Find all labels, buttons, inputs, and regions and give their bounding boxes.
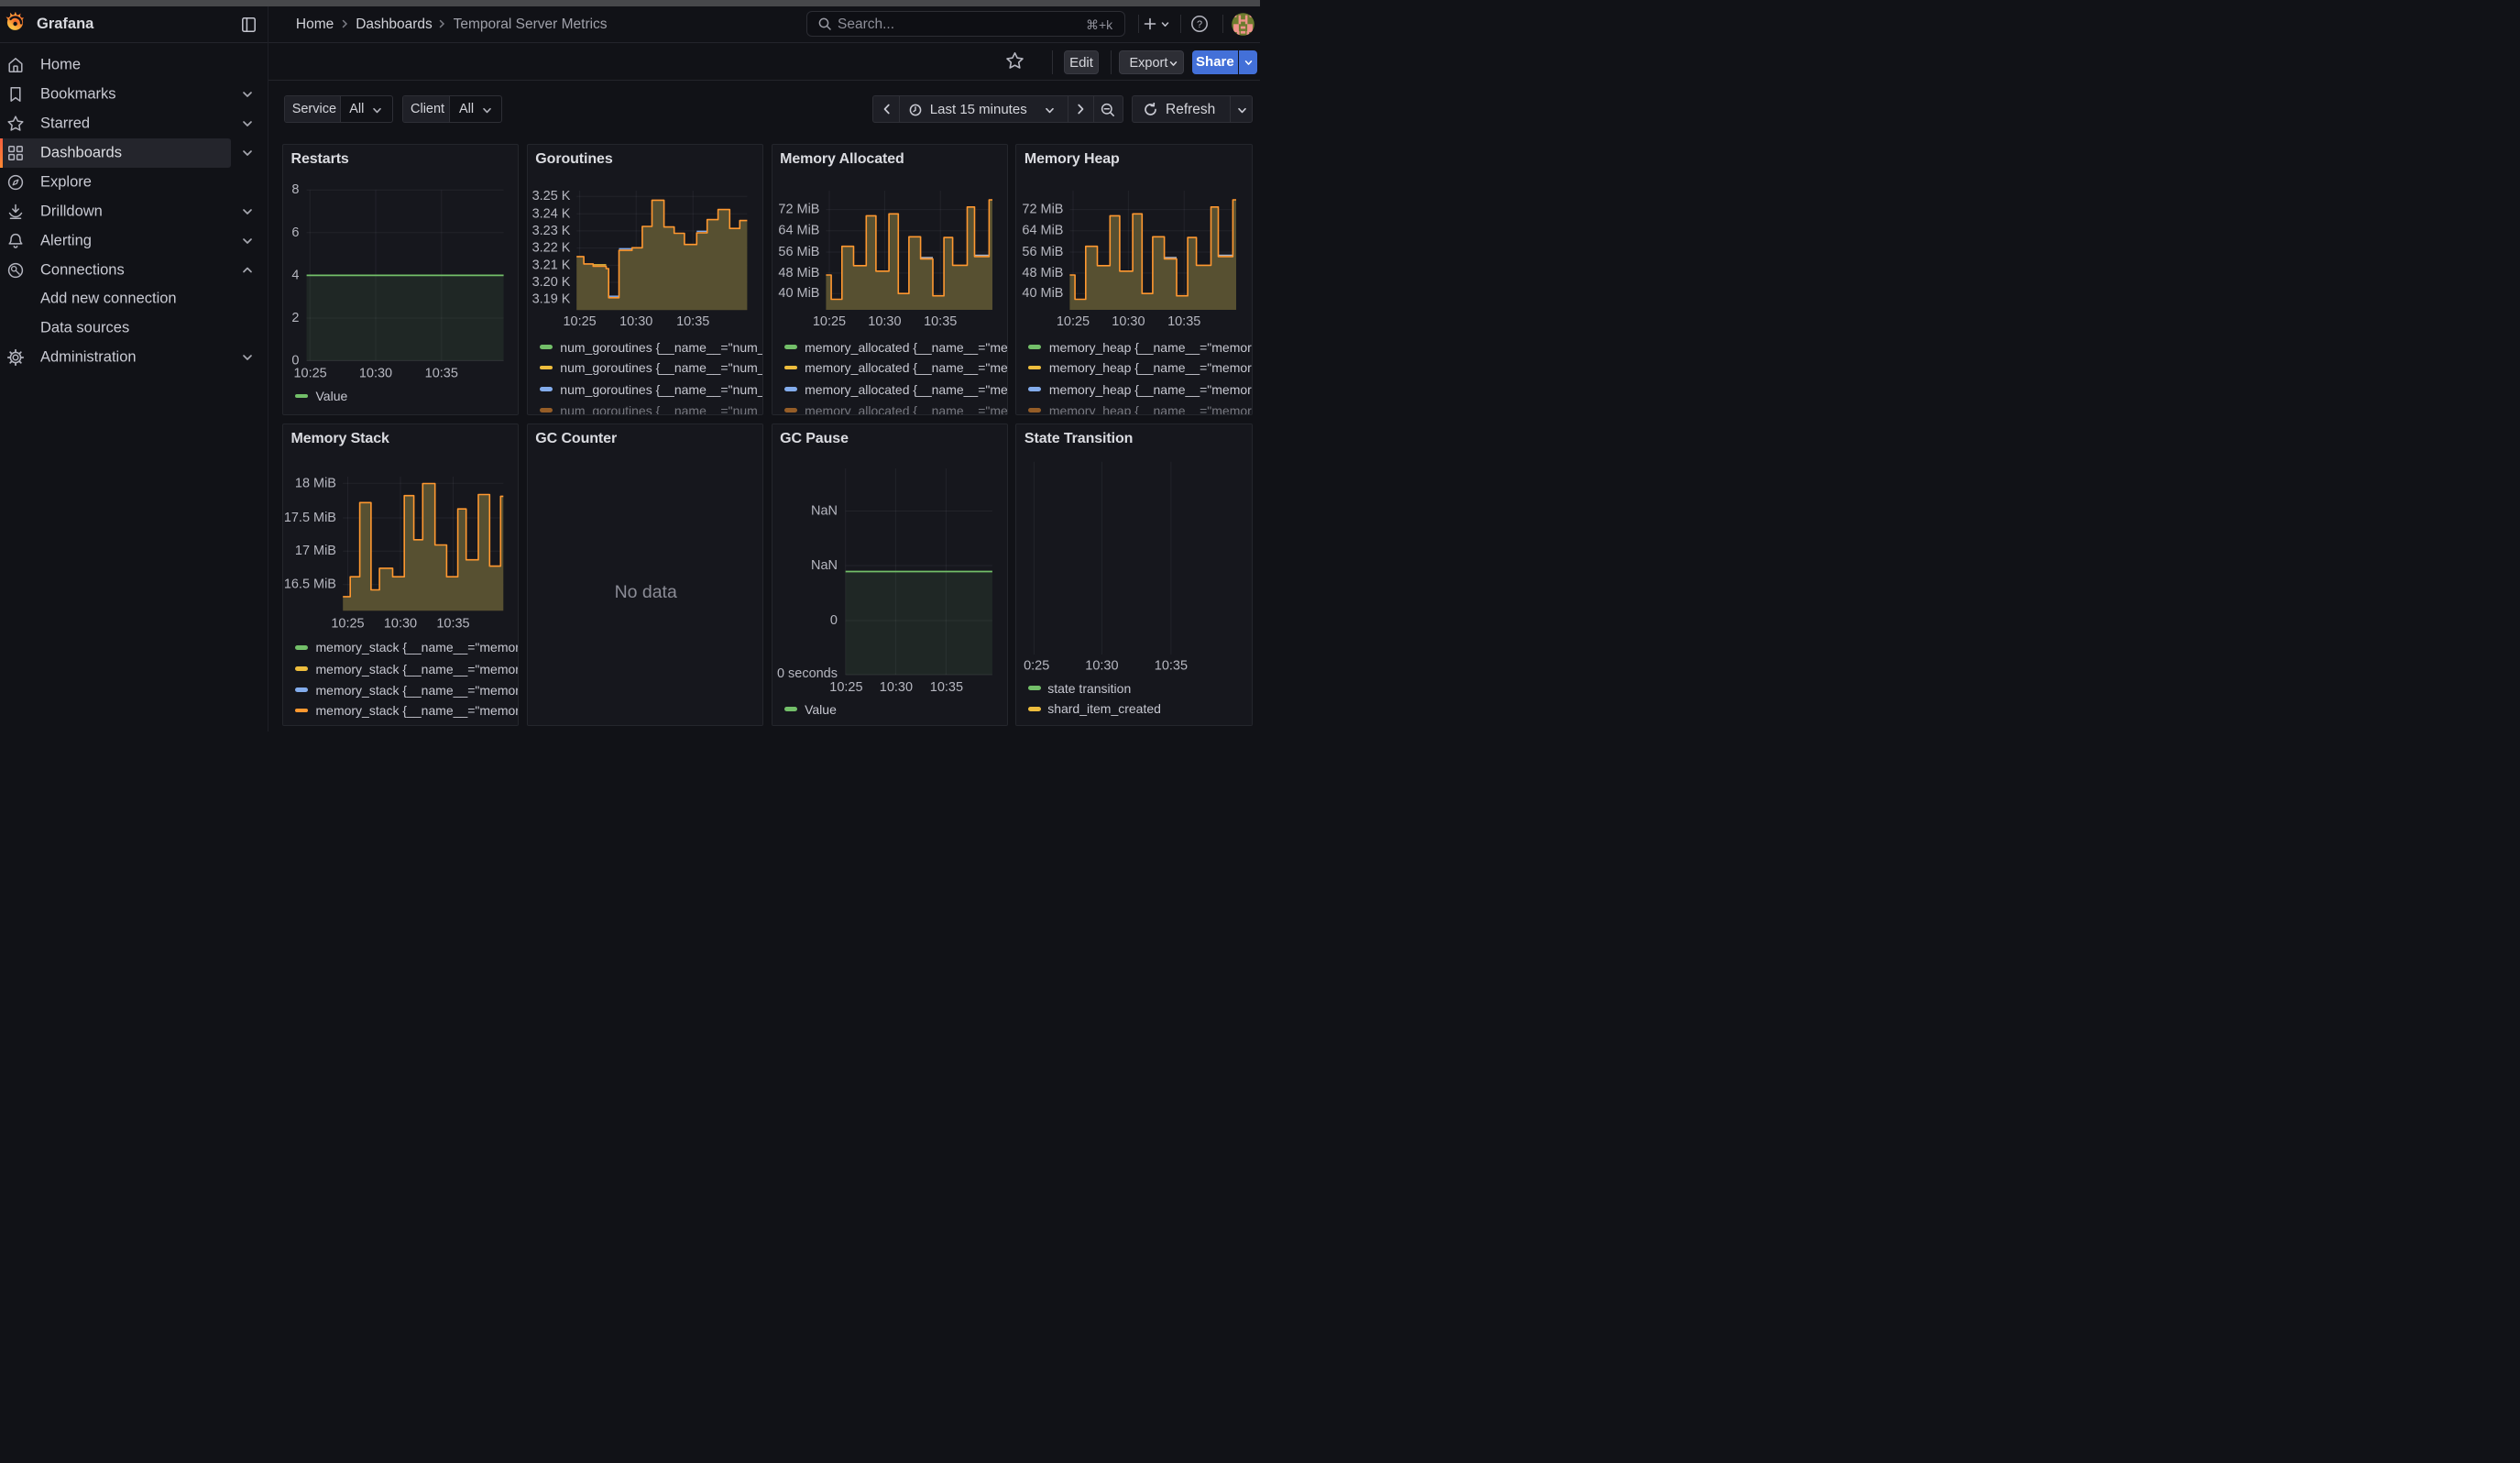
svg-text:64 MiB: 64 MiB	[1023, 224, 1064, 238]
svg-text:No data: No data	[614, 582, 676, 602]
svg-text:72 MiB: 72 MiB	[778, 203, 819, 217]
svg-text:10:35: 10:35	[1167, 314, 1200, 329]
svg-text:10:30: 10:30	[1086, 658, 1119, 673]
svg-text:48 MiB: 48 MiB	[778, 266, 819, 280]
svg-text:NaN: NaN	[811, 558, 838, 573]
svg-text:10:35: 10:35	[924, 314, 957, 329]
svg-text:3.24 K: 3.24 K	[531, 207, 570, 222]
svg-text:72 MiB: 72 MiB	[1023, 203, 1064, 217]
svg-text:56 MiB: 56 MiB	[1023, 245, 1064, 259]
svg-text:64 MiB: 64 MiB	[778, 224, 819, 238]
svg-text:10:25: 10:25	[331, 616, 364, 631]
svg-text:6: 6	[291, 226, 299, 240]
svg-text:17 MiB: 17 MiB	[295, 544, 336, 558]
svg-text:10:30: 10:30	[359, 367, 392, 381]
svg-text:10:30: 10:30	[868, 314, 901, 329]
svg-text:NaN: NaN	[811, 503, 838, 518]
svg-text:10:35: 10:35	[436, 616, 469, 631]
svg-text:10:30: 10:30	[384, 616, 417, 631]
svg-text:40 MiB: 40 MiB	[778, 287, 819, 302]
svg-text:10:30: 10:30	[1112, 314, 1145, 329]
svg-text:10:25: 10:25	[293, 367, 326, 381]
svg-text:10:25: 10:25	[829, 680, 862, 695]
svg-text:4: 4	[291, 269, 299, 283]
svg-text:18 MiB: 18 MiB	[295, 476, 336, 490]
svg-text:3.22 K: 3.22 K	[531, 241, 570, 256]
svg-text:10:35: 10:35	[425, 367, 458, 381]
svg-text:3.25 K: 3.25 K	[531, 190, 570, 204]
svg-text:2: 2	[291, 311, 299, 325]
svg-text:3.19 K: 3.19 K	[531, 292, 570, 307]
svg-text:0 seconds: 0 seconds	[777, 666, 838, 681]
svg-text:10:35: 10:35	[676, 314, 709, 329]
svg-text:?: ?	[1197, 19, 1202, 30]
svg-text:3.23 K: 3.23 K	[531, 224, 570, 238]
svg-text:48 MiB: 48 MiB	[1023, 266, 1064, 280]
svg-text:10:35: 10:35	[1155, 658, 1188, 673]
svg-text:10:25: 10:25	[1057, 314, 1090, 329]
svg-text:3.20 K: 3.20 K	[531, 275, 570, 290]
svg-text:16.5 MiB: 16.5 MiB	[284, 578, 336, 592]
svg-text:56 MiB: 56 MiB	[778, 245, 819, 259]
svg-text:0:25: 0:25	[1024, 658, 1049, 673]
svg-text:40 MiB: 40 MiB	[1023, 287, 1064, 302]
svg-text:17.5 MiB: 17.5 MiB	[284, 511, 336, 525]
svg-text:0: 0	[830, 613, 838, 628]
svg-text:10:30: 10:30	[879, 680, 912, 695]
svg-text:8: 8	[291, 183, 299, 198]
svg-text:10:30: 10:30	[619, 314, 652, 329]
svg-text:10:25: 10:25	[563, 314, 596, 329]
svg-text:10:25: 10:25	[812, 314, 845, 329]
svg-text:10:35: 10:35	[929, 680, 962, 695]
svg-text:3.21 K: 3.21 K	[531, 258, 570, 273]
